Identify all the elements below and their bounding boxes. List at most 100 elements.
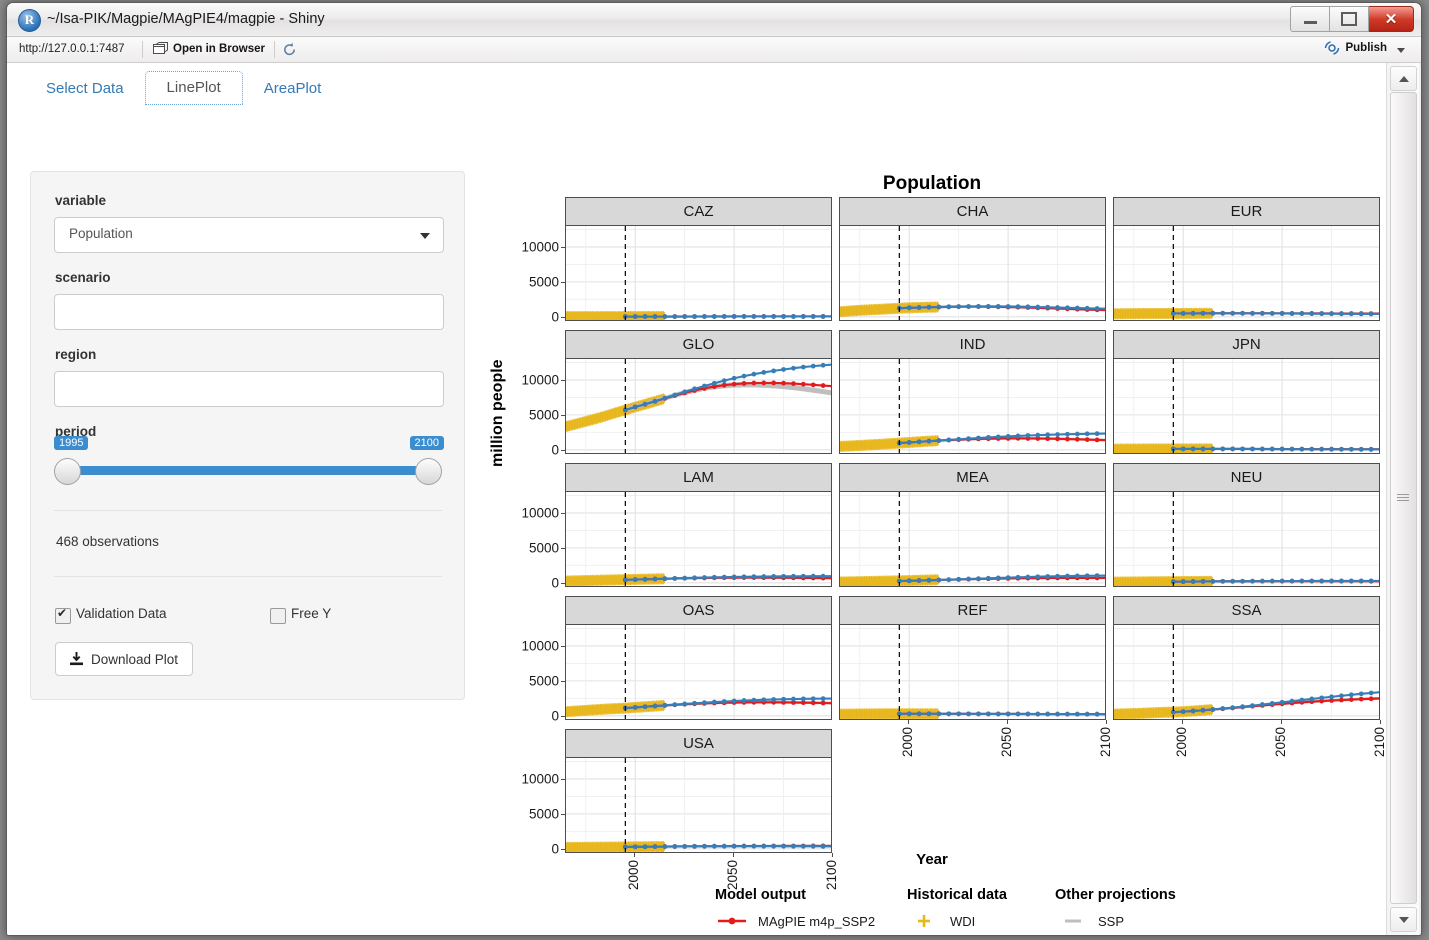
legend-item[interactable]: WDI [907, 913, 1007, 929]
variable-label: variable [55, 193, 107, 208]
y-tick-mark [561, 449, 565, 451]
facet-strip-label-mea: MEA [839, 463, 1106, 492]
screenshot-root: R ~/Isa-PIK/Magpie/MAgPIE4/magpie - Shin… [0, 0, 1429, 940]
publish-dropdown-caret[interactable] [1397, 48, 1405, 53]
y-axis-tick-10000: 10000 [521, 771, 559, 787]
scrollbar-down-button[interactable] [1390, 907, 1417, 932]
close-icon: ✕ [1384, 11, 1398, 28]
facet-plot-area-ssa [1113, 625, 1380, 720]
scenario-label: scenario [55, 270, 111, 285]
toolbar-divider-2 [274, 41, 275, 58]
legend-group-historical-data: Historical data WDI [907, 887, 1007, 935]
facet-panel-cha: CHA [839, 197, 1106, 321]
legend-group-model-output: Model outputMAgPIE m4p_SSP2MAgPIE m4p_SS… [715, 887, 875, 935]
facet-strip-label-caz: CAZ [565, 197, 832, 226]
facet-svg-jpn [1114, 359, 1379, 453]
y-axis-tick-5000: 5000 [528, 274, 559, 290]
facet-svg-usa [566, 758, 831, 852]
variable-select[interactable]: Population [54, 217, 444, 253]
legend-label: SSP [1098, 913, 1125, 929]
vertical-scrollbar[interactable] [1386, 63, 1419, 935]
x-axis-tick-2000: 2000 [900, 727, 916, 758]
x-axis-tick-2000: 2000 [1174, 727, 1190, 758]
close-button[interactable]: ✕ [1369, 6, 1414, 32]
y-tick-mark [561, 813, 565, 815]
r-logo-icon: R [18, 9, 41, 32]
refresh-icon [284, 42, 295, 56]
legend-label: WDI [950, 913, 976, 929]
tab-area-plot[interactable]: AreaPlot [243, 73, 343, 105]
tab-select-data[interactable]: Select Data [25, 73, 145, 105]
legend-key-plus-icon [907, 914, 941, 928]
facet-plot-area-neu [1113, 492, 1380, 587]
facet-svg-oas [566, 625, 831, 719]
facet-plot-area-cha [839, 226, 1106, 321]
validation-data-label[interactable]: Validation Data [76, 606, 167, 621]
period-slider-handle-max[interactable] [415, 458, 442, 485]
period-slider-handle-min[interactable] [54, 458, 81, 485]
facet-plot-area-lam [565, 492, 832, 587]
legend-title: Other projections [1055, 887, 1176, 903]
x-axis-tick-2050: 2050 [1273, 727, 1289, 758]
scenario-input[interactable] [54, 294, 444, 330]
publish-button[interactable]: Publish [1324, 41, 1387, 55]
variable-select-value: Population [69, 226, 133, 241]
x-tick-mark [1007, 720, 1009, 724]
facet-plot-area-usa [565, 758, 832, 853]
download-plot-button[interactable]: Download Plot [55, 642, 194, 676]
region-label: region [55, 347, 97, 362]
free-y-checkbox[interactable] [270, 608, 286, 624]
application-window: R ~/Isa-PIK/Magpie/MAgPIE4/magpie - Shin… [6, 2, 1422, 936]
open-in-browser-button[interactable]: Open in Browser [153, 42, 265, 55]
legend-key-line-icon [1055, 914, 1089, 928]
scrollbar-thumb[interactable] [1390, 92, 1417, 904]
facet-strip-label-neu: NEU [1113, 463, 1380, 492]
facet-strip-label-ind: IND [839, 330, 1106, 359]
y-tick-mark [561, 246, 565, 248]
facet-plot-area-ind [839, 359, 1106, 454]
y-axis-tick-0: 0 [551, 575, 559, 591]
period-slider[interactable]: 1995 2100 [54, 436, 444, 494]
r-logo-letter: R [24, 12, 35, 27]
legend-item[interactable]: MAgPIE m4p_SSP2 [715, 913, 875, 929]
y-axis-label: million people [489, 359, 506, 467]
facet-strip-label-cha: CHA [839, 197, 1106, 226]
open-in-browser-label: Open in Browser [173, 42, 266, 55]
facet-strip-label-eur: EUR [1113, 197, 1380, 226]
facet-svg-mea [840, 492, 1105, 586]
y-tick-mark [561, 547, 565, 549]
region-input[interactable] [54, 371, 444, 407]
y-tick-mark [561, 645, 565, 647]
scrollbar-up-button[interactable] [1390, 66, 1417, 91]
refresh-button[interactable] [282, 42, 297, 60]
legend-item[interactable]: SSP [1055, 913, 1176, 929]
facet-plot-area-jpn [1113, 359, 1380, 454]
facet-svg-lam [566, 492, 831, 586]
facet-strip-label-usa: USA [565, 729, 832, 758]
facet-panel-oas: OAS 10000 5000 0 [521, 596, 832, 723]
facet-strip-label-oas: OAS [565, 596, 832, 625]
tab-line-plot[interactable]: LinePlot [144, 71, 243, 105]
x-axis-tick-2100: 2100 [1372, 727, 1387, 758]
plot-legend: Model outputMAgPIE m4p_SSP2MAgPIE m4p_SS… [477, 887, 1387, 935]
free-y-label[interactable]: Free Y [291, 606, 331, 621]
y-axis-tick-10000: 10000 [521, 505, 559, 521]
facet-strip-label-lam: LAM [565, 463, 832, 492]
viewer-url: http://127.0.0.1:7487 [19, 43, 125, 55]
maximize-button[interactable] [1330, 6, 1369, 32]
x-tick-mark [1281, 720, 1283, 724]
triangle-down-icon [1398, 916, 1409, 923]
y-axis-tick-5000: 5000 [528, 407, 559, 423]
y-tick-mark [561, 379, 565, 381]
facet-plot-area-caz [565, 226, 832, 321]
plot-container: Population million people CAZ 10000 5000 0 C… [477, 167, 1387, 935]
controls-sidebar: variable Population scenario region peri… [30, 171, 465, 700]
x-tick-mark [1182, 720, 1184, 724]
validation-data-checkbox[interactable] [55, 606, 71, 624]
facet-panel-caz: CAZ 10000 5000 0 [521, 197, 832, 324]
publish-label: Publish [1345, 42, 1387, 54]
observation-count: 468 observations [56, 534, 159, 549]
publish-icon [1325, 41, 1340, 55]
period-max-tooltip: 2100 [409, 436, 444, 450]
minimize-button[interactable] [1290, 6, 1330, 32]
